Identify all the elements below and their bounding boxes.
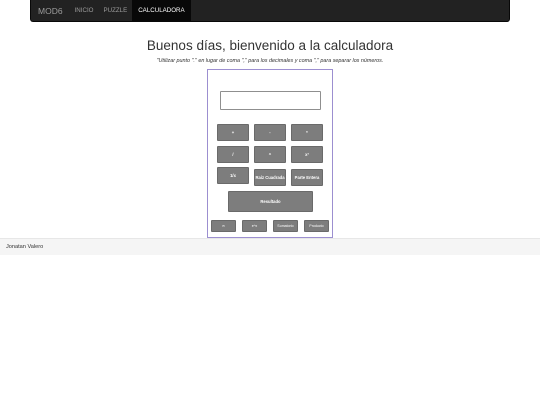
- page-subtitle: "Utilizar punto "." en lugar de coma ","…: [156, 58, 384, 64]
- calculator-display-input[interactable]: [220, 91, 321, 110]
- integer-part-button[interactable]: Parte Entera: [291, 169, 323, 186]
- add-button[interactable]: +: [217, 124, 249, 141]
- power-button[interactable]: ^: [254, 146, 286, 163]
- product-button[interactable]: Producto: [304, 220, 329, 232]
- brand-link[interactable]: MOD6: [31, 0, 70, 22]
- nav-link-inicio[interactable]: INICIO: [70, 0, 99, 22]
- calculator-panel: + - * / ^ x² 1/x Raíz Cuadrada Parte Ent…: [207, 69, 333, 238]
- pi-button[interactable]: π: [211, 220, 236, 232]
- result-button[interactable]: Resultado: [228, 191, 313, 212]
- subtract-button[interactable]: -: [254, 124, 286, 141]
- exp-button[interactable]: e^x: [242, 220, 267, 232]
- sqrt-button[interactable]: Raíz Cuadrada: [254, 169, 286, 186]
- footer-author: Jonatan Valero: [6, 244, 44, 250]
- reciprocal-button[interactable]: 1/x: [217, 167, 249, 184]
- divide-button[interactable]: /: [217, 146, 249, 163]
- top-navbar: MOD6 INICIO PUZZLE CALCULADORA: [30, 0, 510, 22]
- sum-button[interactable]: Sumatorio: [273, 220, 298, 232]
- footer: Jonatan Valero: [0, 238, 540, 255]
- square-button[interactable]: x²: [291, 146, 323, 163]
- multiply-button[interactable]: *: [291, 124, 323, 141]
- page-title: Buenos días, bienvenido a la calculadora: [146, 38, 394, 53]
- nav-link-calculadora[interactable]: CALCULADORA: [132, 0, 191, 22]
- nav-link-puzzle[interactable]: PUZZLE: [98, 0, 132, 22]
